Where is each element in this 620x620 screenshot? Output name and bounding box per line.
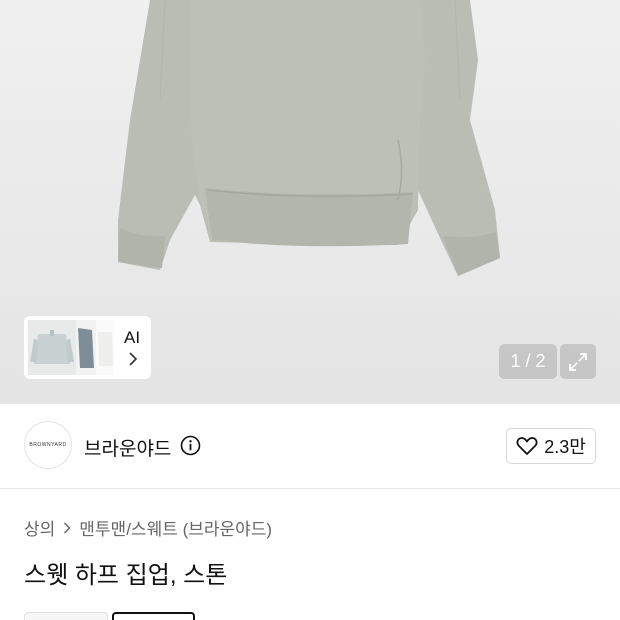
ai-label: AI bbox=[124, 328, 141, 347]
option-chip-selected[interactable] bbox=[112, 612, 195, 620]
option-chip[interactable] bbox=[24, 612, 108, 620]
heart-icon bbox=[516, 437, 538, 455]
like-button[interactable]: 2.3만 bbox=[506, 428, 596, 464]
ai-thumbnail-strip[interactable]: AI bbox=[24, 316, 151, 379]
like-count: 2.3만 bbox=[544, 437, 586, 457]
brand-row: BROWNYARD 브라운야드 2.3만 bbox=[0, 404, 620, 489]
product-image-gallery[interactable]: AI 1 / 2 bbox=[0, 0, 620, 404]
product-title: 스웻 하프 집업, 스톤 bbox=[24, 562, 228, 589]
brand-logo-text: BROWNYARD bbox=[29, 442, 67, 448]
chevron-right-icon bbox=[64, 521, 71, 534]
image-pager: 1 / 2 bbox=[499, 344, 557, 379]
breadcrumb-subcategory[interactable]: 맨투맨/스웨트 (브라운야드) bbox=[79, 515, 272, 540]
brand-logo[interactable]: BROWNYARD bbox=[24, 421, 72, 469]
expand-icon bbox=[569, 352, 587, 371]
info-icon[interactable] bbox=[180, 435, 201, 456]
brand-name[interactable]: 브라운야드 bbox=[84, 434, 171, 461]
breadcrumb-category[interactable]: 상의 bbox=[24, 515, 55, 540]
expand-button[interactable] bbox=[560, 344, 596, 379]
thumbnail-images bbox=[28, 320, 114, 375]
breadcrumb: 상의 맨투맨/스웨트 (브라운야드) bbox=[24, 515, 272, 540]
chevron-right-icon bbox=[129, 352, 138, 366]
